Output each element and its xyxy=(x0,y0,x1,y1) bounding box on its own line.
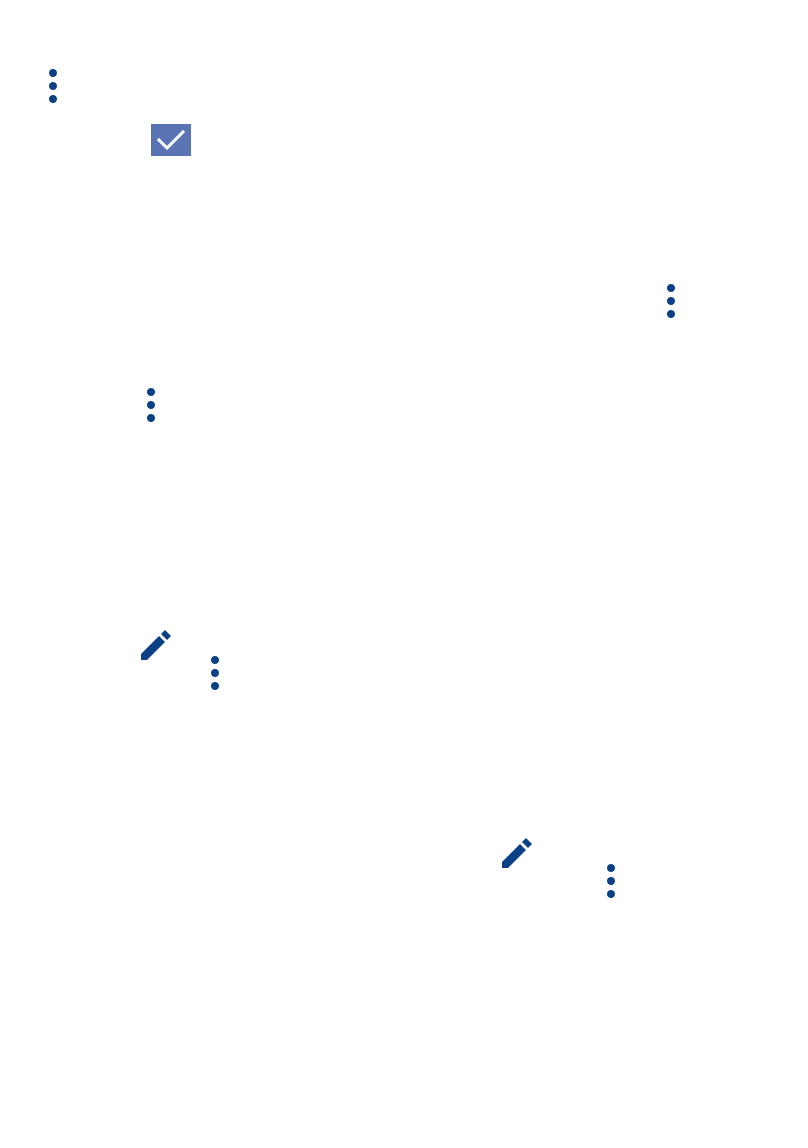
more-options-icon xyxy=(209,654,221,692)
more-options-icon xyxy=(47,67,59,105)
pencil-edit-icon xyxy=(139,624,177,662)
pencil-edit-icon xyxy=(500,832,538,870)
more-options-icon xyxy=(145,386,157,424)
checkbox-checked-icon xyxy=(151,124,191,156)
more-options-icon xyxy=(605,862,617,900)
more-options-icon xyxy=(665,282,677,320)
